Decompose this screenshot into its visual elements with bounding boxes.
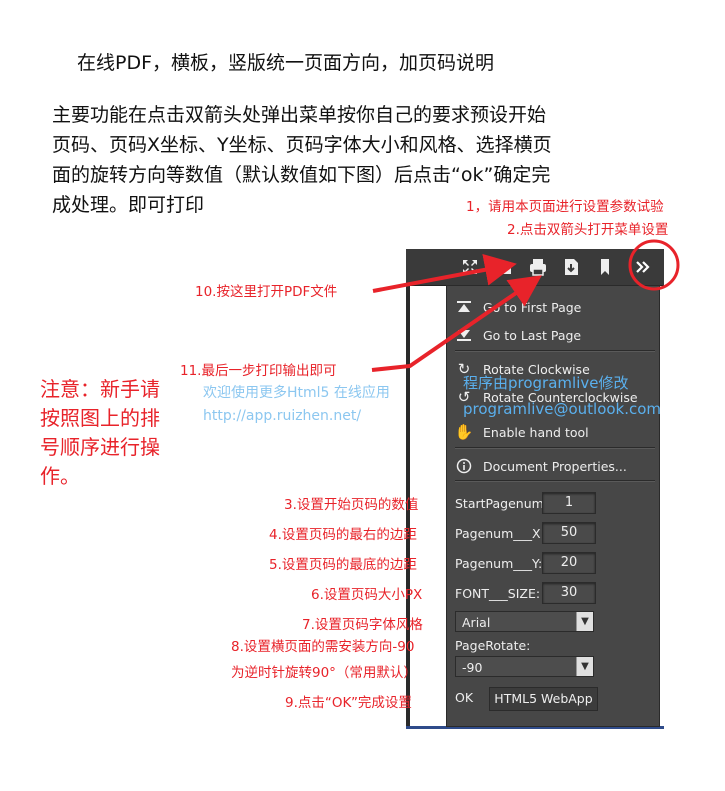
secondary-menu: Go to First Page Go to Last Page ↻ Rotat… xyxy=(446,285,660,727)
page-rotate-label: PageRotate: xyxy=(455,638,531,653)
pagenum-y-input[interactable]: 20 xyxy=(542,552,596,574)
step-8-annotation-line2: 为逆时针旋转90°（常用默认） xyxy=(231,665,417,681)
step-1-annotation: 1，请用本页面进行设置参数试验 xyxy=(466,199,664,215)
viewer-toolbar xyxy=(406,249,664,286)
menu-hand-tool-label: Enable hand tool xyxy=(483,424,589,440)
font-size-input[interactable]: 30 xyxy=(542,582,596,604)
menu-document-properties-label: Document Properties... xyxy=(483,458,627,474)
fullscreen-icon[interactable] xyxy=(459,256,481,278)
step-4-annotation: 4.设置页码的最右的边距 xyxy=(269,527,417,543)
download-icon[interactable] xyxy=(560,256,582,278)
byline-text: 程序由programlive修改 xyxy=(463,374,629,392)
html5-webapp-button[interactable]: HTML5 WebApp xyxy=(489,687,598,711)
step-11-annotation: 11.最后一步打印输出即可 xyxy=(180,363,337,379)
bookmark-icon[interactable] xyxy=(594,256,616,278)
menu-last-page[interactable]: Go to Last Page xyxy=(455,324,581,346)
ok-button[interactable]: OK xyxy=(455,687,483,709)
last-page-icon xyxy=(455,326,473,344)
step-6-annotation: 6.设置页码大小PX xyxy=(311,587,423,603)
font-size-label: FONT___SIZE: xyxy=(455,586,541,601)
email-link[interactable]: programlive@outlook.com xyxy=(463,400,661,418)
step-3-annotation: 3.设置开始页码的数值 xyxy=(284,497,419,513)
open-file-icon[interactable] xyxy=(492,256,514,278)
pagenum-x-input[interactable]: 50 xyxy=(542,522,596,544)
pagenum-y-label: Pagenum___Y: xyxy=(455,556,543,571)
step-7-annotation: 7.设置页码字体风格 xyxy=(302,617,423,633)
menu-first-page-label: Go to First Page xyxy=(483,299,582,315)
hand-icon: ✋ xyxy=(454,423,474,441)
start-pagenum-input[interactable]: 1 xyxy=(542,492,596,514)
chevron-down-icon: ▼ xyxy=(576,612,593,631)
beginner-note: 注意：新手请按照图上的排号顺序进行操作。 xyxy=(40,377,160,488)
page-rotate-select[interactable]: -90 ▼ xyxy=(455,656,594,677)
welcome-text: 欢迎使用更多Html5 在线应用 xyxy=(203,385,390,401)
page-title: 在线PDF，横板，竖版统一页面方向，加页码说明 xyxy=(77,52,495,74)
start-pagenum-label: StartPagenum: xyxy=(455,496,549,511)
menu-divider xyxy=(455,447,655,449)
step-9-annotation: 9.点击“OK”完成设置 xyxy=(285,695,412,711)
step-10-annotation: 10.按这里打开PDF文件 xyxy=(195,284,338,300)
menu-last-page-label: Go to Last Page xyxy=(483,327,582,343)
step-2-annotation: 2.点击双箭头打开菜单设置 xyxy=(507,222,669,238)
menu-first-page[interactable]: Go to First Page xyxy=(455,296,581,318)
font-family-value: Arial xyxy=(462,615,491,630)
double-chevron-icon[interactable] xyxy=(632,256,654,278)
chevron-down-icon: ▼ xyxy=(576,657,593,676)
print-icon[interactable] xyxy=(527,256,549,278)
first-page-icon xyxy=(455,298,473,316)
pagenum-x-label: Pagenum___X: xyxy=(455,526,545,541)
menu-divider xyxy=(455,480,655,482)
menu-hand-tool[interactable]: ✋ Enable hand tool xyxy=(455,421,589,443)
site-url-link[interactable]: http://app.ruizhen.net/ xyxy=(203,408,361,424)
menu-document-properties[interactable]: Document Properties... xyxy=(455,455,627,477)
menu-divider xyxy=(455,350,655,352)
step-8-annotation: 8.设置横页面的需安装方向-90 xyxy=(231,639,415,655)
info-icon xyxy=(455,457,473,475)
font-family-select[interactable]: Arial ▼ xyxy=(455,611,594,632)
page-rotate-value: -90 xyxy=(462,660,483,675)
step-5-annotation: 5.设置页码的最底的边距 xyxy=(269,557,417,573)
